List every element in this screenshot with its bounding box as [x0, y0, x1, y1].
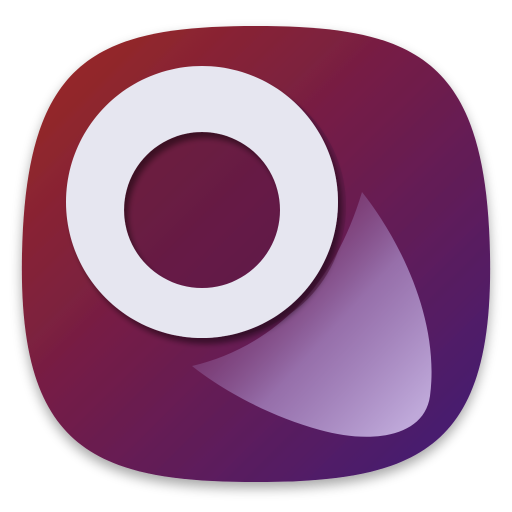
icon-stage [0, 0, 512, 512]
app-launcher-icon[interactable] [0, 0, 512, 512]
